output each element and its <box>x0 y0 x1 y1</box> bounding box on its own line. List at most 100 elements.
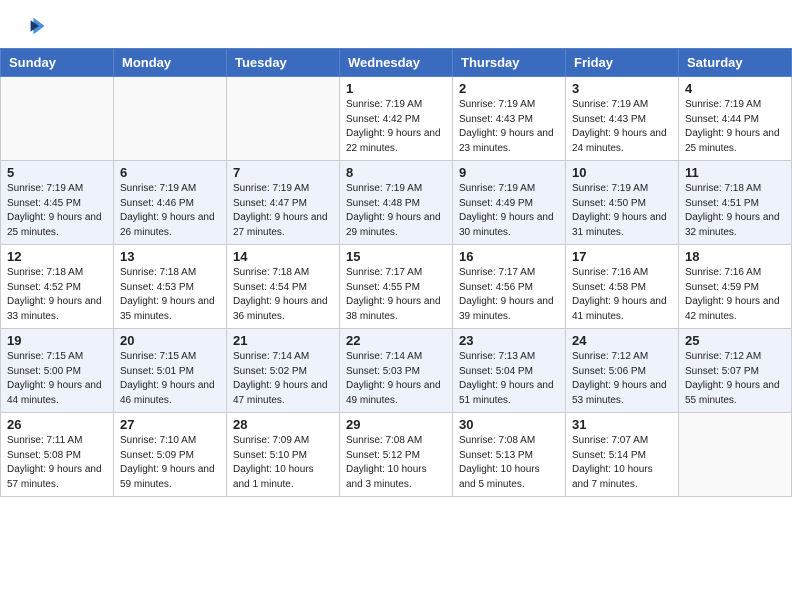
day-info: Sunrise: 7:19 AM Sunset: 4:50 PM Dayligh… <box>572 182 672 240</box>
day-number: 6 <box>120 165 220 180</box>
calendar-cell: 15 Sunrise: 7:17 AM Sunset: 4:55 PM Dayli… <box>340 245 453 329</box>
day-number: 29 <box>346 417 446 432</box>
day-header-friday: Friday <box>566 49 679 77</box>
week-row-2: 5 Sunrise: 7:19 AM Sunset: 4:45 PM Daylig… <box>1 161 792 245</box>
day-info: Sunrise: 7:11 AM Sunset: 5:08 PM Dayligh… <box>7 434 107 492</box>
logo <box>18 12 50 40</box>
calendar-cell: 6 Sunrise: 7:19 AM Sunset: 4:46 PM Daylig… <box>114 161 227 245</box>
calendar-cell: 21 Sunrise: 7:14 AM Sunset: 5:02 PM Dayli… <box>227 329 340 413</box>
day-number: 20 <box>120 333 220 348</box>
day-number: 19 <box>7 333 107 348</box>
day-header-tuesday: Tuesday <box>227 49 340 77</box>
day-number: 14 <box>233 249 333 264</box>
day-number: 21 <box>233 333 333 348</box>
calendar-header-row: SundayMondayTuesdayWednesdayThursdayFrid… <box>1 49 792 77</box>
day-header-wednesday: Wednesday <box>340 49 453 77</box>
week-row-5: 26 Sunrise: 7:11 AM Sunset: 5:08 PM Dayli… <box>1 413 792 497</box>
day-info: Sunrise: 7:16 AM Sunset: 4:58 PM Dayligh… <box>572 266 672 324</box>
day-info: Sunrise: 7:17 AM Sunset: 4:55 PM Dayligh… <box>346 266 446 324</box>
calendar-cell: 18 Sunrise: 7:16 AM Sunset: 4:59 PM Dayli… <box>679 245 792 329</box>
day-number: 25 <box>685 333 785 348</box>
day-number: 17 <box>572 249 672 264</box>
calendar-cell: 23Sunrise: 7:13 AM Sunset: 5:04 PM Dayli… <box>453 329 566 413</box>
day-info: Sunrise: 7:14 AM Sunset: 5:02 PM Dayligh… <box>233 350 333 408</box>
calendar-cell: 13Sunrise: 7:18 AM Sunset: 4:53 PM Dayli… <box>114 245 227 329</box>
day-number: 2 <box>459 81 559 96</box>
header <box>0 0 792 48</box>
calendar-cell: 8 Sunrise: 7:19 AM Sunset: 4:48 PM Daylig… <box>340 161 453 245</box>
day-info: Sunrise: 7:17 AM Sunset: 4:56 PM Dayligh… <box>459 266 559 324</box>
calendar-cell: 20 Sunrise: 7:15 AM Sunset: 5:01 PM Dayli… <box>114 329 227 413</box>
calendar-cell: 28 Sunrise: 7:09 AM Sunset: 5:10 PM Dayli… <box>227 413 340 497</box>
day-info: Sunrise: 7:19 AM Sunset: 4:48 PM Dayligh… <box>346 182 446 240</box>
calendar-cell: 10 Sunrise: 7:19 AM Sunset: 4:50 PM Dayli… <box>566 161 679 245</box>
calendar-cell: 25 Sunrise: 7:12 AM Sunset: 5:07 PM Dayli… <box>679 329 792 413</box>
day-number: 4 <box>685 81 785 96</box>
calendar-cell: 2Sunrise: 7:19 AM Sunset: 4:43 PM Daylig… <box>453 77 566 161</box>
day-info: Sunrise: 7:07 AM Sunset: 5:14 PM Dayligh… <box>572 434 672 492</box>
day-info: Sunrise: 7:12 AM Sunset: 5:07 PM Dayligh… <box>685 350 785 408</box>
day-info: Sunrise: 7:08 AM Sunset: 5:12 PM Dayligh… <box>346 434 446 492</box>
day-info: Sunrise: 7:19 AM Sunset: 4:42 PM Dayligh… <box>346 98 446 156</box>
day-number: 9 <box>459 165 559 180</box>
calendar-cell: 5 Sunrise: 7:19 AM Sunset: 4:45 PM Daylig… <box>1 161 114 245</box>
day-info: Sunrise: 7:19 AM Sunset: 4:44 PM Dayligh… <box>685 98 785 156</box>
calendar-cell: 9 Sunrise: 7:19 AM Sunset: 4:49 PM Daylig… <box>453 161 566 245</box>
day-info: Sunrise: 7:18 AM Sunset: 4:51 PM Dayligh… <box>685 182 785 240</box>
day-info: Sunrise: 7:14 AM Sunset: 5:03 PM Dayligh… <box>346 350 446 408</box>
day-number: 23 <box>459 333 559 348</box>
day-number: 7 <box>233 165 333 180</box>
calendar-cell <box>114 77 227 161</box>
day-number: 26 <box>7 417 107 432</box>
day-number: 16 <box>459 249 559 264</box>
day-info: Sunrise: 7:15 AM Sunset: 5:00 PM Dayligh… <box>7 350 107 408</box>
calendar-table: SundayMondayTuesdayWednesdayThursdayFrid… <box>0 48 792 497</box>
week-row-4: 19 Sunrise: 7:15 AM Sunset: 5:00 PM Dayli… <box>1 329 792 413</box>
day-info: Sunrise: 7:18 AM Sunset: 4:53 PM Dayligh… <box>120 266 220 324</box>
day-header-monday: Monday <box>114 49 227 77</box>
day-info: Sunrise: 7:19 AM Sunset: 4:49 PM Dayligh… <box>459 182 559 240</box>
day-info: Sunrise: 7:16 AM Sunset: 4:59 PM Dayligh… <box>685 266 785 324</box>
week-row-3: 12Sunrise: 7:18 AM Sunset: 4:52 PM Dayli… <box>1 245 792 329</box>
calendar-cell: 27 Sunrise: 7:10 AM Sunset: 5:09 PM Dayli… <box>114 413 227 497</box>
day-number: 8 <box>346 165 446 180</box>
calendar-cell: 31Sunrise: 7:07 AM Sunset: 5:14 PM Dayli… <box>566 413 679 497</box>
day-info: Sunrise: 7:18 AM Sunset: 4:54 PM Dayligh… <box>233 266 333 324</box>
day-info: Sunrise: 7:19 AM Sunset: 4:46 PM Dayligh… <box>120 182 220 240</box>
day-info: Sunrise: 7:12 AM Sunset: 5:06 PM Dayligh… <box>572 350 672 408</box>
calendar-cell: 11 Sunrise: 7:18 AM Sunset: 4:51 PM Dayli… <box>679 161 792 245</box>
page: SundayMondayTuesdayWednesdayThursdayFrid… <box>0 0 792 612</box>
day-number: 28 <box>233 417 333 432</box>
day-number: 5 <box>7 165 107 180</box>
day-number: 24 <box>572 333 672 348</box>
calendar-cell: 16 Sunrise: 7:17 AM Sunset: 4:56 PM Dayli… <box>453 245 566 329</box>
day-number: 18 <box>685 249 785 264</box>
day-number: 11 <box>685 165 785 180</box>
day-info: Sunrise: 7:10 AM Sunset: 5:09 PM Dayligh… <box>120 434 220 492</box>
calendar-cell: 3 Sunrise: 7:19 AM Sunset: 4:43 PM Daylig… <box>566 77 679 161</box>
day-number: 3 <box>572 81 672 96</box>
day-number: 27 <box>120 417 220 432</box>
week-row-1: 1Sunrise: 7:19 AM Sunset: 4:42 PM Daylig… <box>1 77 792 161</box>
calendar-cell: 24 Sunrise: 7:12 AM Sunset: 5:06 PM Dayli… <box>566 329 679 413</box>
calendar-cell: 14 Sunrise: 7:18 AM Sunset: 4:54 PM Dayli… <box>227 245 340 329</box>
day-number: 15 <box>346 249 446 264</box>
calendar-cell <box>1 77 114 161</box>
day-info: Sunrise: 7:09 AM Sunset: 5:10 PM Dayligh… <box>233 434 333 492</box>
day-info: Sunrise: 7:15 AM Sunset: 5:01 PM Dayligh… <box>120 350 220 408</box>
day-number: 22 <box>346 333 446 348</box>
calendar-cell: 29 Sunrise: 7:08 AM Sunset: 5:12 PM Dayli… <box>340 413 453 497</box>
day-number: 10 <box>572 165 672 180</box>
calendar-cell: 1Sunrise: 7:19 AM Sunset: 4:42 PM Daylig… <box>340 77 453 161</box>
calendar-cell <box>679 413 792 497</box>
calendar-cell: 17 Sunrise: 7:16 AM Sunset: 4:58 PM Dayli… <box>566 245 679 329</box>
logo-icon <box>18 12 46 40</box>
calendar-cell <box>227 77 340 161</box>
calendar-cell: 30Sunrise: 7:08 AM Sunset: 5:13 PM Dayli… <box>453 413 566 497</box>
calendar-cell: 12Sunrise: 7:18 AM Sunset: 4:52 PM Dayli… <box>1 245 114 329</box>
calendar-cell: 22 Sunrise: 7:14 AM Sunset: 5:03 PM Dayli… <box>340 329 453 413</box>
day-info: Sunrise: 7:19 AM Sunset: 4:47 PM Dayligh… <box>233 182 333 240</box>
calendar-cell: 7 Sunrise: 7:19 AM Sunset: 4:47 PM Daylig… <box>227 161 340 245</box>
day-info: Sunrise: 7:19 AM Sunset: 4:43 PM Dayligh… <box>572 98 672 156</box>
day-info: Sunrise: 7:19 AM Sunset: 4:45 PM Dayligh… <box>7 182 107 240</box>
